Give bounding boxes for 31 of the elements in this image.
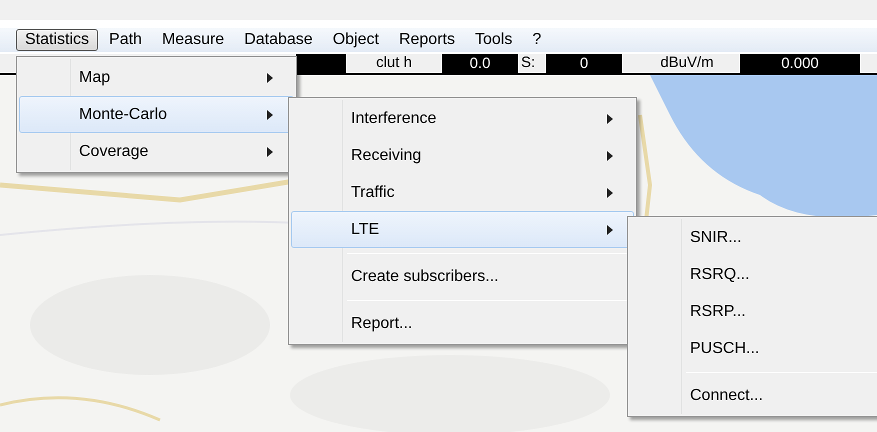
menu-item[interactable]: Monte-Carlo [19, 96, 294, 133]
menu-bar-item[interactable]: ? [523, 29, 550, 51]
field-label: clut h [375, 53, 413, 74]
value-field: 0 [546, 54, 622, 73]
menu-item[interactable]: Interference [291, 100, 634, 137]
menu-item[interactable]: Receiving [291, 137, 634, 174]
menu-bar-item[interactable]: Path [100, 29, 151, 51]
menu-item[interactable]: RSRQ... [630, 256, 877, 293]
menu-bar-item[interactable]: Statistics [16, 29, 98, 51]
submenu-arrow-icon [607, 188, 613, 198]
submenu-arrow-icon [267, 72, 273, 82]
menu-item[interactable]: Connect... [630, 377, 877, 414]
submenu-arrow-icon [607, 224, 613, 234]
field-label: S: [521, 53, 536, 74]
menu-bar-item[interactable]: Object [324, 29, 388, 51]
menu-item[interactable]: LTE [291, 211, 634, 248]
field-label: dBuV/m [659, 53, 715, 74]
menu-item[interactable]: RSRP... [630, 293, 877, 330]
submenu-arrow-icon [607, 150, 613, 160]
menu-bar-item[interactable]: Measure [152, 29, 234, 51]
menu-bar-item[interactable]: Tools [466, 29, 522, 51]
menu-item[interactable]: Map [19, 59, 294, 96]
menu-bar-item[interactable]: Database [235, 29, 322, 51]
menu-item[interactable]: PUSCH... [630, 330, 877, 367]
submenu-arrow-icon [267, 146, 273, 156]
submenu-arrow-icon [607, 114, 613, 124]
menu-item[interactable]: Traffic [291, 174, 634, 211]
menu-bar-item[interactable]: Reports [390, 29, 464, 51]
value-field: 0.0 [442, 54, 518, 73]
submenu-arrow-icon [267, 110, 273, 120]
value-field: 0.000 [740, 54, 860, 73]
